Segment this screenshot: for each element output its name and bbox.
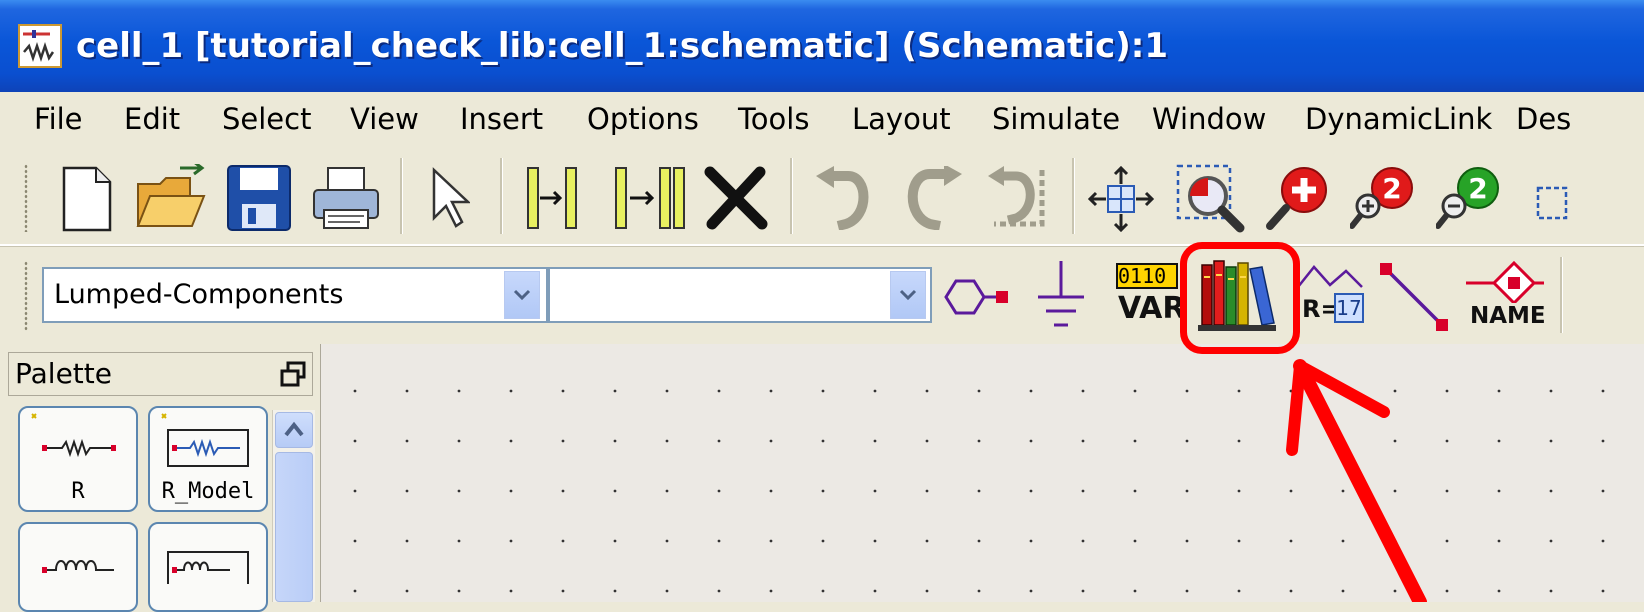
- annotation-arrow: [1286, 359, 1427, 602]
